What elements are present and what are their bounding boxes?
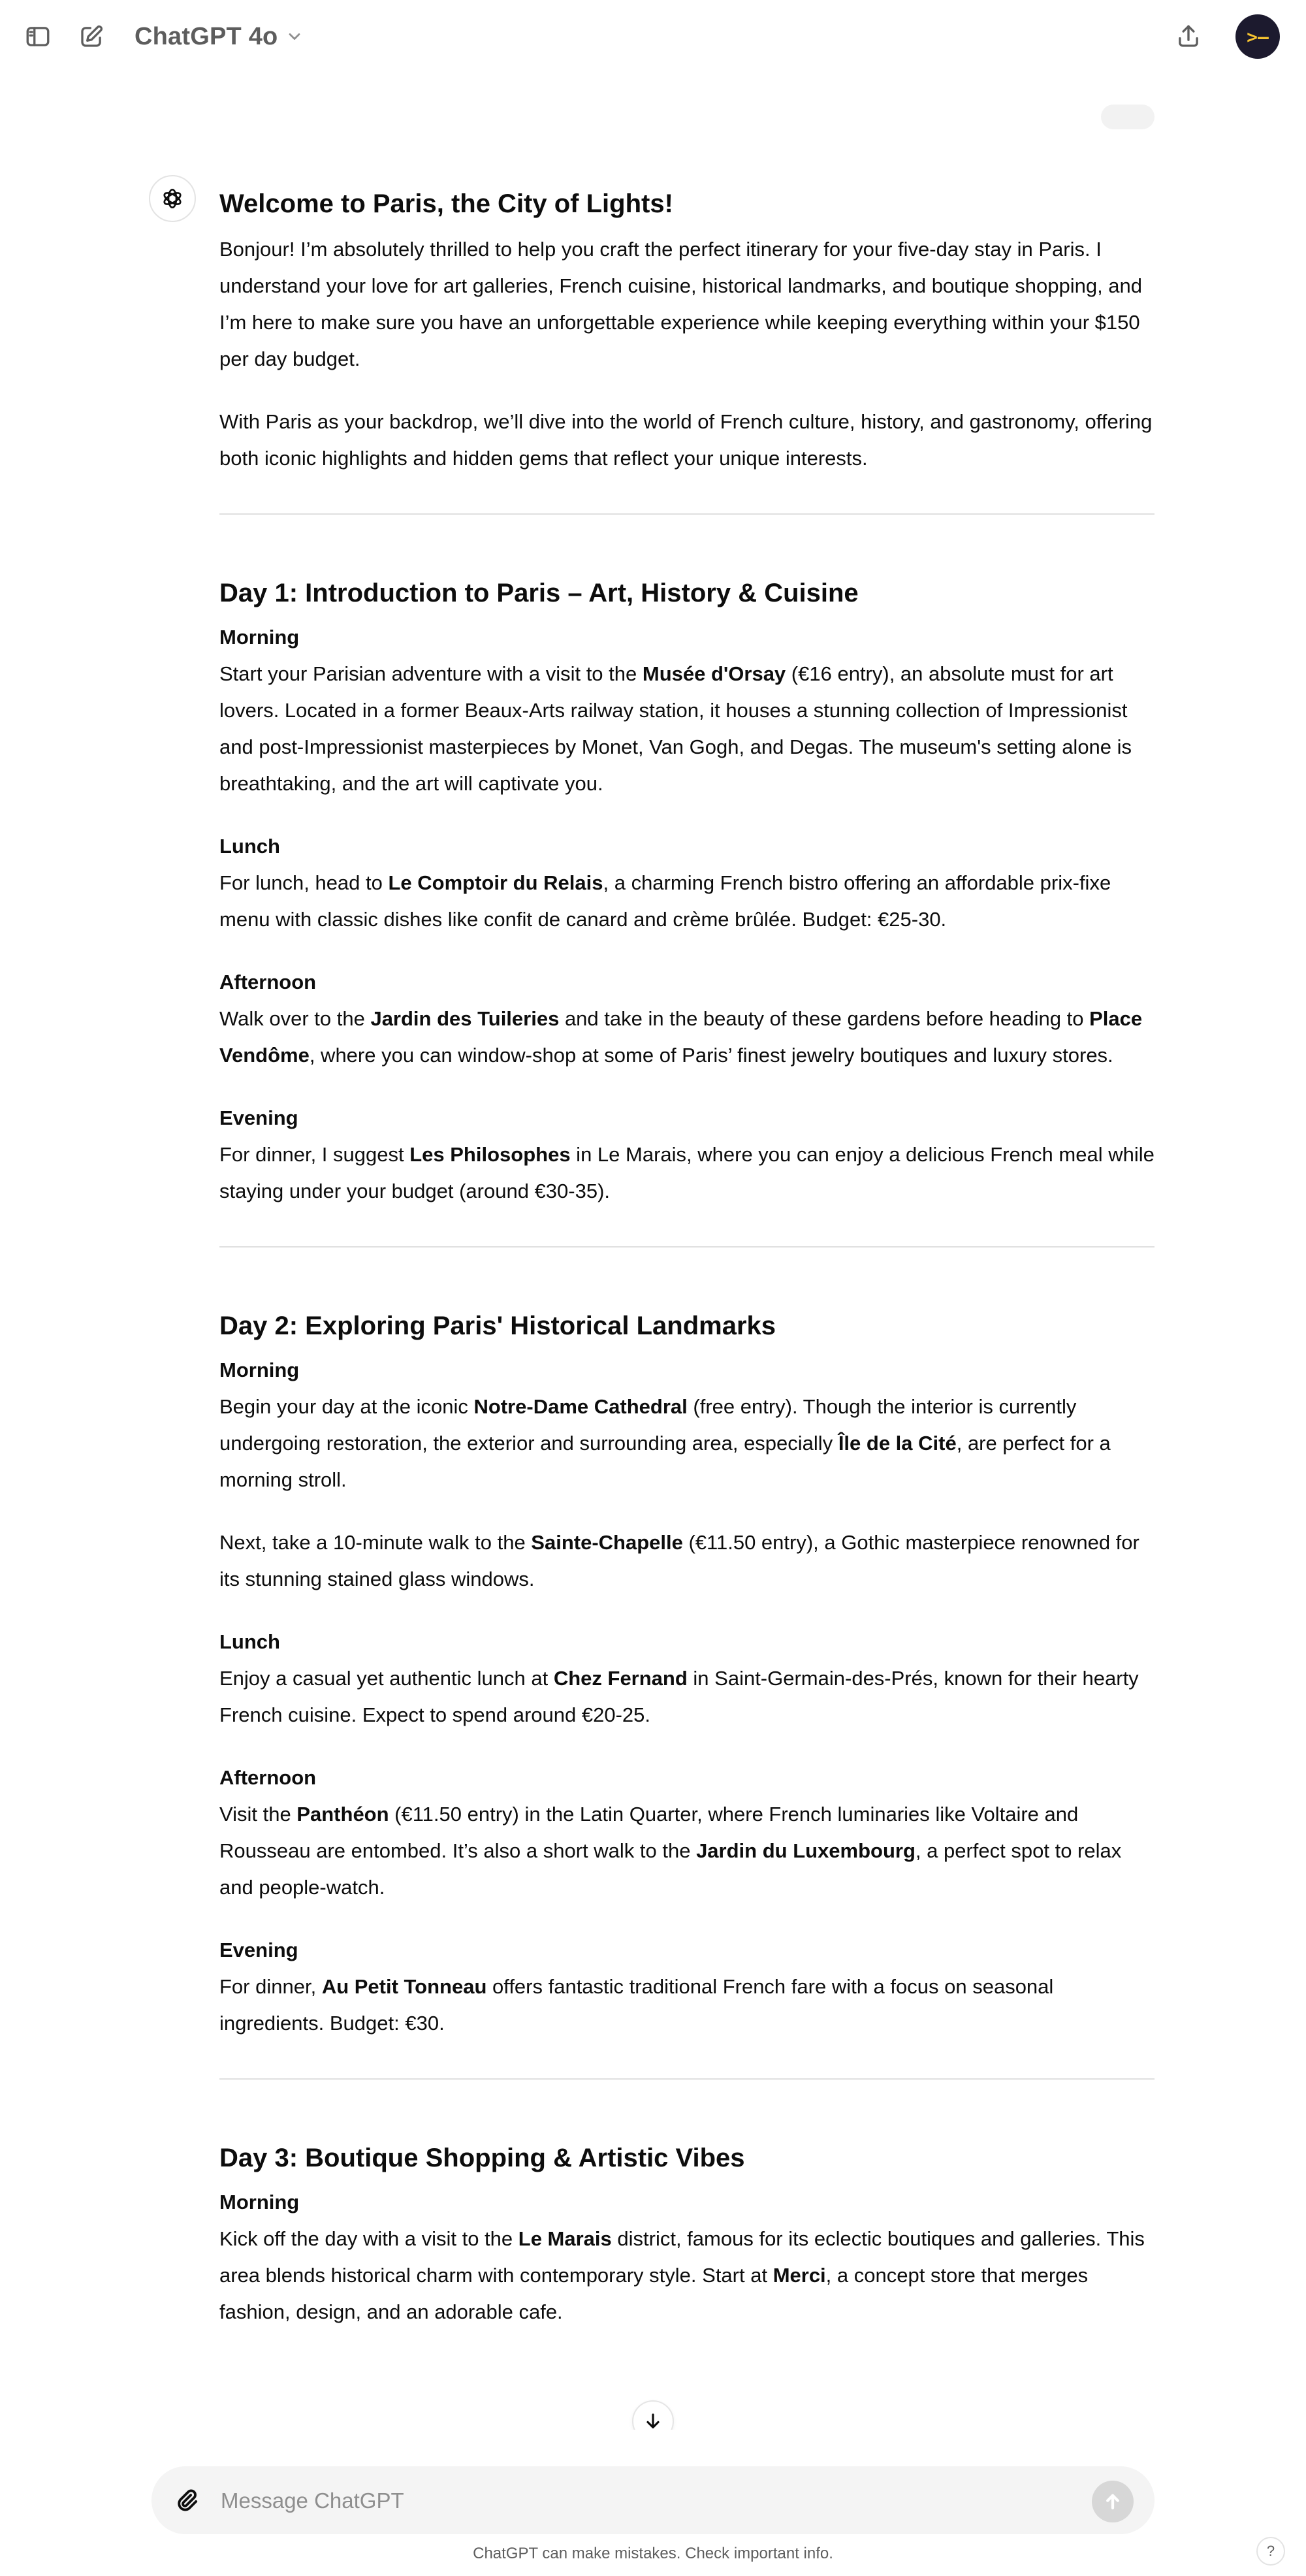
text-run: Enjoy a casual yet authentic lunch at [219, 1667, 554, 1690]
itinerary-paragraph: Start your Parisian adventure with a vis… [219, 656, 1155, 802]
place-name: Le Marais [518, 2227, 612, 2250]
place-name: Notre-Dame Cathedral [473, 1395, 688, 1418]
new-chat-icon [81, 25, 103, 47]
itinerary-paragraph: Enjoy a casual yet authentic lunch at Ch… [219, 1660, 1155, 1733]
time-of-day-label: Afternoon [219, 971, 317, 993]
help-button[interactable]: ? [1256, 2537, 1285, 2566]
place-name: Chez Fernand [553, 1667, 688, 1690]
intro-paragraph: With Paris as your backdrop, we’ll dive … [219, 410, 1153, 470]
text-run: Begin your day at the iconic [219, 1395, 474, 1418]
text-run: For lunch, head to [219, 871, 389, 894]
place-name: Sainte-Chapelle [531, 1531, 683, 1554]
place-name: Les Philosophes [409, 1143, 571, 1166]
text-run: , where you can window-shop at some of P… [309, 1044, 1113, 1067]
text-run: Next, take a 10-minute walk to the [219, 1531, 532, 1554]
text-run: For dinner, I suggest [219, 1143, 410, 1166]
time-of-day-label: Afternoon [219, 1766, 317, 1789]
itinerary-paragraph: Visit the Panthéon (€11.50 entry) in the… [219, 1796, 1155, 1906]
time-of-day-label: Evening [219, 1939, 298, 1961]
place-name: Panthéon [296, 1803, 389, 1826]
time-of-day-label: Evening [219, 1106, 298, 1129]
text-run: Visit the [219, 1803, 297, 1826]
assistant-message: Welcome to Paris, the City of Lights! Bo… [219, 183, 1155, 2357]
time-of-day-label: Morning [219, 2191, 300, 2214]
model-selector[interactable]: ChatGPT 4o [125, 18, 313, 55]
message-title: Welcome to Paris, the City of Lights! [219, 189, 673, 218]
place-name: Jardin du Luxembourg [696, 1839, 916, 1862]
itinerary-paragraph: Kick off the day with a visit to the Le … [219, 2221, 1155, 2330]
itinerary-paragraph: For dinner, Au Petit Tonneau offers fant… [219, 1969, 1155, 2042]
time-of-day-label: Morning [219, 1359, 300, 1381]
place-name: Musée d'Orsay [642, 662, 786, 685]
itinerary-days: Day 1: Introduction to Paris – Art, Hist… [219, 513, 1155, 2330]
time-of-day-label: Lunch [219, 835, 280, 858]
share-icon [1179, 25, 1198, 47]
section-divider [219, 513, 1155, 515]
composer [151, 2466, 1155, 2534]
openai-logo-icon [163, 189, 182, 208]
intro-paragraph: Bonjour! I’m absolutely thrilled to help… [219, 238, 1143, 370]
place-name: Merci [772, 2264, 826, 2287]
text-run: Walk over to the [219, 1007, 371, 1030]
top-bar: ChatGPT 4o >– [0, 0, 1306, 73]
text-run: Start your Parisian adventure with a vis… [219, 662, 643, 685]
disclaimer: ChatGPT can make mistakes. Check importa… [473, 2545, 833, 2562]
sidebar-toggle-icon [26, 27, 50, 46]
paperclip-icon [178, 2489, 198, 2511]
day-heading: Day 1: Introduction to Paris – Art, Hist… [219, 579, 859, 607]
day-heading: Day 2: Exploring Paris' Historical Landm… [219, 1312, 776, 1340]
day-heading: Day 3: Boutique Shopping & Artistic Vibe… [219, 2144, 745, 2172]
text-run: For dinner, [219, 1975, 322, 1998]
section-divider [219, 1246, 1155, 1248]
share-button[interactable] [1170, 18, 1207, 55]
itinerary-paragraph: For lunch, head to Le Comptoir du Relais… [219, 865, 1155, 938]
text-run: Kick off the day with a visit to the [219, 2227, 518, 2250]
time-of-day-label: Lunch [219, 1630, 280, 1653]
model-name: ChatGPT 4o [135, 22, 278, 50]
place-name: Île de la Cité [838, 1432, 957, 1455]
chevron-down-icon [289, 33, 300, 40]
send-arrow-icon [1106, 2494, 1119, 2510]
place-name: Le Comptoir du Relais [388, 871, 603, 894]
sidebar-toggle-button[interactable] [20, 18, 56, 55]
user-message-bubble [1101, 105, 1155, 129]
time-of-day-label: Morning [219, 626, 300, 649]
text-run: and take in the beauty of these gardens … [559, 1007, 1090, 1030]
arrow-down-icon [646, 2413, 660, 2428]
assistant-avatar [149, 175, 196, 222]
itinerary-paragraph: For dinner, I suggest Les Philosophes in… [219, 1136, 1155, 1210]
itinerary-paragraph: Next, take a 10-minute walk to the Saint… [219, 1524, 1155, 1598]
place-name: Au Petit Tonneau [321, 1975, 487, 1998]
itinerary-paragraph: Begin your day at the iconic Notre-Dame … [219, 1389, 1155, 1498]
section-divider [219, 2078, 1155, 2080]
itinerary-paragraph: Walk over to the Jardin des Tuileries an… [219, 1001, 1155, 1074]
user-avatar[interactable]: >– [1235, 14, 1280, 59]
place-name: Jardin des Tuileries [370, 1007, 560, 1030]
attach-button[interactable] [168, 2482, 205, 2519]
send-button[interactable] [1092, 2481, 1134, 2522]
message-input[interactable] [219, 2483, 1071, 2519]
new-chat-button[interactable] [73, 18, 110, 55]
